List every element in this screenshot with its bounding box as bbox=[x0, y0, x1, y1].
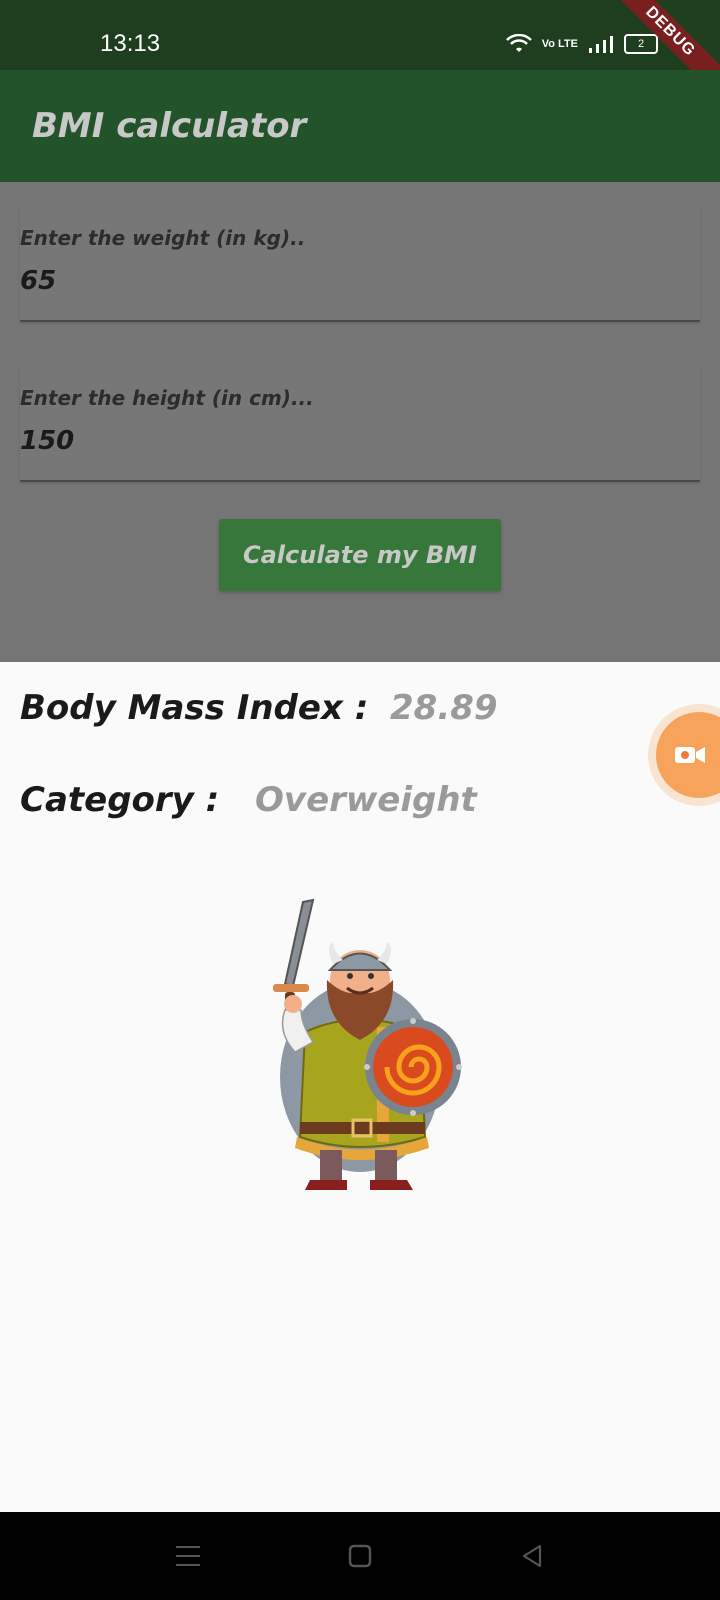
back-icon[interactable] bbox=[514, 1538, 550, 1574]
app-bar: BMI calculator bbox=[0, 70, 720, 182]
height-field-label: Enter the height (in cm)... bbox=[20, 386, 314, 410]
bmi-value: 28.89 bbox=[390, 688, 498, 728]
screen-recorder-bubble[interactable] bbox=[656, 712, 720, 798]
menu-icon[interactable] bbox=[170, 1538, 206, 1574]
volte-icon: Vo LTE bbox=[541, 38, 578, 50]
status-time: 13:13 bbox=[100, 30, 161, 57]
app-title: BMI calculator bbox=[32, 106, 307, 146]
navigation-bar bbox=[0, 1512, 720, 1600]
height-field[interactable]: Enter the height (in cm)... 150 bbox=[20, 368, 700, 482]
weight-field-label: Enter the weight (in kg).. bbox=[20, 226, 306, 250]
battery-icon: 2 bbox=[624, 34, 658, 54]
signal-icon bbox=[589, 36, 613, 53]
status-icons: Vo LTE 2 bbox=[505, 34, 658, 54]
bmi-label: Body Mass Index : bbox=[20, 688, 369, 728]
home-icon[interactable] bbox=[342, 1538, 378, 1574]
viking-illustration bbox=[273, 898, 462, 1190]
category-label: Category : bbox=[20, 780, 220, 820]
input-form: Enter the weight (in kg).. 65 Enter the … bbox=[0, 182, 720, 662]
calculate-bmi-button[interactable]: Calculate my BMI bbox=[219, 519, 501, 591]
wifi-icon bbox=[505, 34, 532, 52]
height-input[interactable]: 150 bbox=[20, 426, 74, 456]
result-sheet: Body Mass Index : 28.89 Category : Overw… bbox=[0, 662, 720, 1512]
video-camera-icon bbox=[675, 747, 705, 763]
status-bar: 13:13 Vo LTE 2 DEBUG bbox=[0, 0, 720, 101]
weight-input[interactable]: 65 bbox=[20, 266, 56, 296]
weight-field[interactable]: Enter the weight (in kg).. 65 bbox=[20, 208, 700, 322]
category-value: Overweight bbox=[255, 780, 477, 820]
